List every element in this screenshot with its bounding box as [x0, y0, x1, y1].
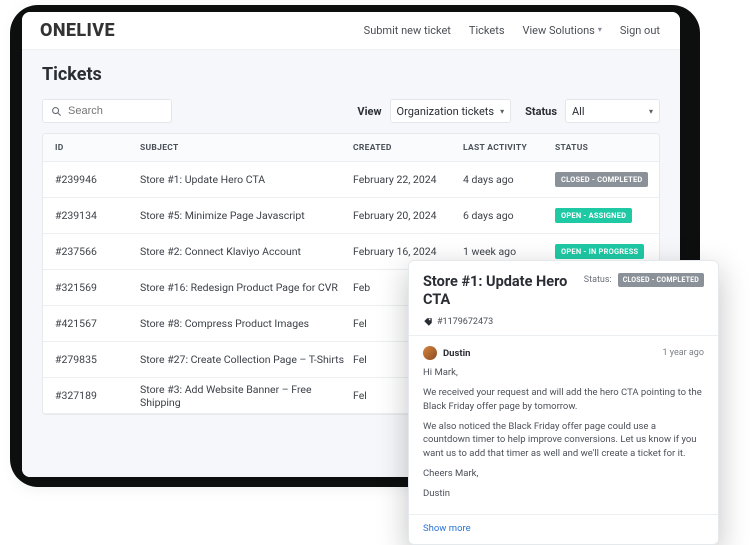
detail-message: Dustin 1 year ago Hi Mark, We received y…: [409, 336, 718, 514]
status-badge: CLOSED - COMPLETED: [555, 172, 648, 187]
nav-solutions[interactable]: View Solutions ▾: [523, 24, 602, 37]
view-select[interactable]: Organization tickets ▾: [390, 99, 512, 123]
col-created: CREATED: [353, 143, 463, 153]
view-select-value: Organization tickets: [397, 105, 495, 118]
cell-id: #279835: [55, 353, 140, 366]
ticket-icon: [423, 317, 433, 327]
col-activity: LAST ACTIVITY: [463, 143, 555, 153]
search-icon: [51, 106, 62, 117]
cell-status: OPEN - ASSIGNED: [555, 208, 647, 223]
col-id: ID: [55, 143, 140, 153]
message-line: We received your request and will add th…: [423, 386, 704, 414]
page-title: Tickets: [42, 64, 660, 85]
cell-activity: 1 week ago: [463, 245, 555, 258]
cell-id: #239946: [55, 173, 140, 186]
chevron-down-icon: ▾: [500, 107, 504, 116]
cell-subject: Store #2: Connect Klaviyo Account: [140, 245, 353, 258]
status-badge: OPEN - ASSIGNED: [555, 208, 632, 223]
cell-created: February 16, 2024: [353, 245, 463, 258]
table-header: ID SUBJECT CREATED LAST ACTIVITY STATUS: [43, 134, 659, 162]
detail-meta: #1179672473: [409, 317, 718, 335]
message-header: Dustin 1 year ago: [423, 346, 704, 360]
nav-tickets[interactable]: Tickets: [469, 24, 505, 37]
cell-activity: 6 days ago: [463, 209, 555, 222]
detail-status-label: Status:: [584, 275, 612, 285]
detail-header: Store #1: Update Hero CTA Status: CLOSED…: [409, 261, 718, 317]
detail-ticket-number: #1179672473: [437, 317, 493, 327]
message-line: We also noticed the Black Friday offer p…: [423, 420, 704, 461]
brand-logo: ONELIVE: [40, 20, 115, 41]
view-label: View: [357, 105, 381, 118]
topbar: ONELIVE Submit new ticket Tickets View S…: [22, 12, 680, 50]
table-row[interactable]: #239134Store #5: Minimize Page Javascrip…: [43, 198, 659, 234]
show-more-link[interactable]: Show more: [409, 514, 718, 544]
cell-created: February 20, 2024: [353, 209, 463, 222]
cell-status: OPEN - IN PROGRESS: [555, 244, 647, 259]
cell-subject: Store #27: Create Collection Page – T-Sh…: [140, 353, 353, 366]
status-badge: CLOSED - COMPLETED: [618, 273, 704, 287]
cell-id: #327189: [55, 389, 140, 402]
cell-created: February 22, 2024: [353, 173, 463, 186]
cell-activity: 4 days ago: [463, 173, 555, 186]
detail-status: Status: CLOSED - COMPLETED: [584, 273, 704, 287]
status-label: Status: [525, 105, 557, 118]
table-row[interactable]: #239946Store #1: Update Hero CTAFebruary…: [43, 162, 659, 198]
message-timestamp: 1 year ago: [662, 348, 704, 358]
message-line: Dustin: [423, 487, 704, 501]
search-input[interactable]: [68, 105, 163, 117]
nav-signout[interactable]: Sign out: [620, 24, 660, 37]
chevron-down-icon: ▾: [649, 107, 653, 116]
list-toolbar: View Organization tickets ▾ Status All ▾: [42, 99, 660, 123]
search-box[interactable]: [42, 99, 172, 123]
col-status: STATUS: [555, 143, 647, 153]
ticket-detail-panel: Store #1: Update Hero CTA Status: CLOSED…: [408, 260, 719, 545]
detail-title: Store #1: Update Hero CTA: [423, 273, 574, 309]
chevron-down-icon: ▾: [598, 25, 602, 34]
cell-subject: Store #8: Compress Product Images: [140, 317, 353, 330]
status-select-value: All: [572, 105, 585, 118]
message-author: Dustin: [443, 348, 470, 359]
cell-subject: Store #5: Minimize Page Javascript: [140, 209, 353, 222]
cell-subject: Store #3: Add Website Banner – Free Ship…: [140, 383, 353, 409]
cell-id: #239134: [55, 209, 140, 222]
status-badge: OPEN - IN PROGRESS: [555, 244, 644, 259]
cell-subject: Store #16: Redesign Product Page for CVR: [140, 281, 353, 294]
status-select[interactable]: All ▾: [565, 99, 660, 123]
avatar: [423, 346, 437, 360]
nav-solutions-label: View Solutions: [523, 24, 595, 37]
message-line: Hi Mark,: [423, 366, 704, 380]
cell-subject: Store #1: Update Hero CTA: [140, 173, 353, 186]
cell-id: #421567: [55, 317, 140, 330]
col-subject: SUBJECT: [140, 143, 353, 153]
cell-status: CLOSED - COMPLETED: [555, 172, 647, 187]
nav-submit-ticket[interactable]: Submit new ticket: [364, 24, 451, 37]
top-nav: Submit new ticket Tickets View Solutions…: [364, 24, 660, 37]
message-line: Cheers Mark,: [423, 467, 704, 481]
message-body: Hi Mark, We received your request and wi…: [423, 366, 704, 500]
cell-id: #237566: [55, 245, 140, 258]
cell-id: #321569: [55, 281, 140, 294]
